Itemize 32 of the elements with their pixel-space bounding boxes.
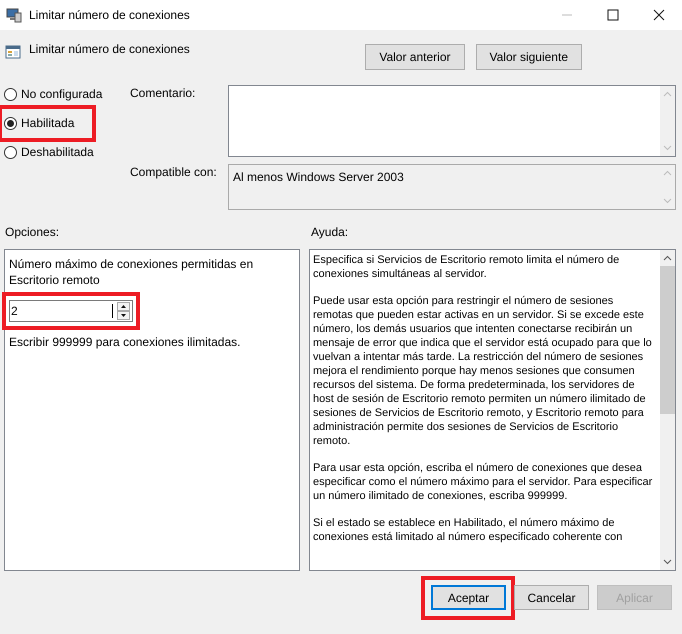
policy-title: Limitar número de conexiones bbox=[29, 41, 190, 56]
help-paragraph: Para usar esta opción, escriba el número de conexiones que desea especificar como el número máximo para el servidor. Para especificar un número ilimitado de conexiones, escriba 999999. bbox=[313, 461, 653, 503]
spin-up-icon[interactable] bbox=[117, 302, 130, 311]
scroll-up-icon[interactable] bbox=[663, 255, 672, 261]
help-label: Ayuda: bbox=[311, 225, 348, 240]
state-radio[interactable]: Habilitada bbox=[4, 115, 74, 131]
policy-setting-icon bbox=[5, 44, 21, 60]
scroll-down-icon[interactable] bbox=[663, 559, 672, 565]
scroll-thumb[interactable] bbox=[660, 266, 675, 414]
comment-label: Comentario: bbox=[130, 85, 196, 102]
options-label: Opciones: bbox=[4, 225, 60, 240]
dialog-button[interactable]: Cancelar bbox=[514, 585, 589, 610]
dialog-button[interactable]: Aceptar bbox=[431, 585, 506, 610]
comment-field[interactable] bbox=[228, 85, 676, 157]
nav-button[interactable]: Valor siguiente bbox=[476, 44, 582, 70]
number-field[interactable]: 2 bbox=[9, 300, 133, 322]
window-title: Limitar número de conexiones bbox=[29, 8, 190, 22]
hint-text: Escribir 999999 para conexiones ilimitadas. bbox=[9, 334, 242, 350]
close-icon[interactable] bbox=[653, 9, 665, 21]
spin-down-icon[interactable] bbox=[117, 311, 130, 320]
state-radio[interactable]: Deshabilitada bbox=[4, 144, 94, 160]
help-paragraph: Puede usar esta opción para restringir el número de sesiones remotas que pueden estar activas en un servidor. Si se excede este número, los demás usuarios que intenten conectarse recibirán un mensaje de error que indica que el servidor está ocupado para que lo vuelvan a intentar más tarde. La restricción del número de sesiones mejora el rendimiento porque hay menos sesiones que consumen recursos del sistema. De forma predeterminada, los servidores de host de sesión de Escritorio remoto permiten un número ilimitado de sesiones de Servicios de Escritorio remoto, y Escritorio remoto para administración permite dos sesiones de Servicios de Escritorio remoto. bbox=[313, 294, 653, 448]
help-paragraph: Especifica si Servicios de Escritorio remoto limita el número de conexiones simultáneas al servidor. bbox=[313, 253, 620, 281]
scrollbar[interactable] bbox=[660, 250, 675, 570]
nav-button[interactable]: Valor anterior bbox=[365, 44, 464, 70]
maximize-icon[interactable] bbox=[607, 9, 619, 21]
help-paragraph: Si el estado se establece en Habilitado, el número máximo de conexiones está limitado al número especificado coherente con bbox=[313, 516, 624, 544]
computer-icon bbox=[6, 7, 22, 23]
compatible-value: Al menos Windows Server 2003 bbox=[232, 169, 405, 186]
state-radio[interactable]: No configurada bbox=[4, 86, 102, 102]
compatible-label: Compatible con: bbox=[130, 164, 218, 181]
field-label: Número máximo de conexiones permitidas en Escritorio remoto bbox=[9, 256, 254, 288]
